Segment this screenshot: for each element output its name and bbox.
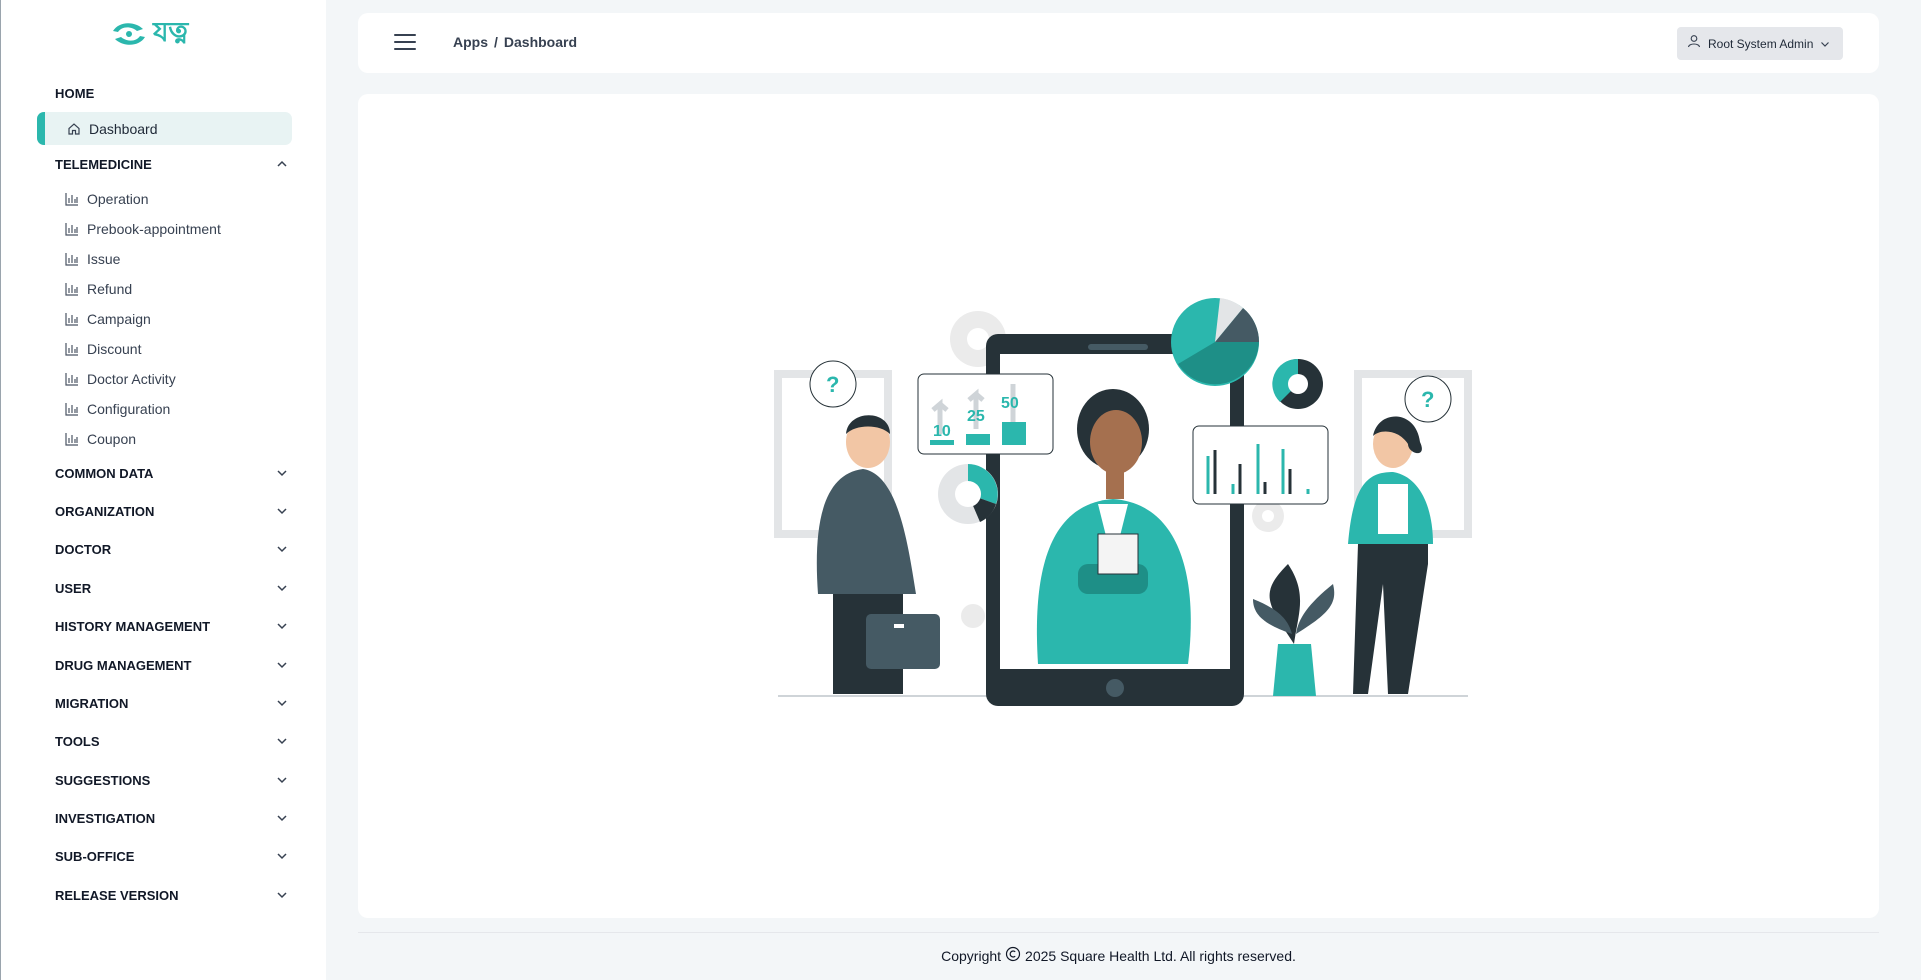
copyright-icon xyxy=(1005,946,1021,965)
section-history-management[interactable]: HISTORY MANAGEMENT xyxy=(55,616,291,636)
section-telemedicine[interactable]: TELEMEDICINE xyxy=(55,154,291,174)
chevron-down-icon xyxy=(273,809,291,827)
chevron-down-icon xyxy=(273,732,291,750)
breadcrumb-separator: / xyxy=(494,34,498,50)
sidebar: যত্ন HOME Dashboard TELEMEDICINE Operati… xyxy=(0,0,326,980)
sidebar-item-discount[interactable]: Discount xyxy=(65,338,141,360)
section-label: TELEMEDICINE xyxy=(55,156,152,172)
sidebar-item-issue[interactable]: Issue xyxy=(65,248,120,270)
logo-hands-icon xyxy=(113,23,145,45)
footer-divider xyxy=(358,932,1879,933)
bar-chart-icon xyxy=(65,252,79,266)
section-organization[interactable]: ORGANIZATION xyxy=(55,501,291,521)
stat-label: 50 xyxy=(1001,395,1019,412)
section-label: RELEASE VERSION xyxy=(55,887,179,903)
sidebar-item-label: Coupon xyxy=(87,431,137,447)
bar-chart-icon xyxy=(65,222,79,236)
section-label: USER xyxy=(55,580,92,596)
section-sub-office[interactable]: SUB-OFFICE xyxy=(55,846,291,866)
home-icon xyxy=(67,122,81,136)
bar-chart-icon xyxy=(65,372,79,386)
bar-chart-icon xyxy=(65,192,79,206)
bar-chart-icon xyxy=(65,282,79,296)
section-suggestions[interactable]: SUGGESTIONS xyxy=(55,770,291,790)
section-label: SUGGESTIONS xyxy=(55,772,151,788)
chevron-down-icon xyxy=(273,656,291,674)
section-migration[interactable]: MIGRATION xyxy=(55,693,291,713)
svg-text:?: ? xyxy=(826,372,839,397)
stat-label: 25 xyxy=(967,408,985,425)
footer: Copyright 2025 Square Health Ltd. All ri… xyxy=(358,946,1879,965)
sidebar-item-operation[interactable]: Operation xyxy=(65,188,148,210)
sidebar-item-label: Prebook-appointment xyxy=(87,221,221,237)
sidebar-item-label: Campaign xyxy=(87,311,151,327)
sidebar-item-campaign[interactable]: Campaign xyxy=(65,308,151,330)
chevron-down-icon xyxy=(273,617,291,635)
bar-chart-icon xyxy=(65,342,79,356)
section-label: HISTORY MANAGEMENT xyxy=(55,618,211,634)
breadcrumb-current: Dashboard xyxy=(503,34,578,50)
chevron-down-icon xyxy=(273,694,291,712)
copyright-prefix: Copyright xyxy=(941,947,1002,964)
section-label: COMMON DATA xyxy=(55,465,154,481)
copyright-text: 2025 Square Health Ltd. All rights reser… xyxy=(1025,947,1296,964)
dashboard-card: 10 25 50 ? ? xyxy=(358,94,1879,918)
sidebar-item-label: Refund xyxy=(87,281,133,297)
bar-chart-icon xyxy=(65,402,79,416)
sidebar-item-label: Discount xyxy=(87,341,142,357)
sidebar-item-label: Dashboard xyxy=(89,120,158,137)
user-name: Root System Admin xyxy=(1708,36,1814,51)
section-doctor[interactable]: DOCTOR xyxy=(55,539,291,559)
svg-text:?: ? xyxy=(1421,387,1434,412)
logo-text: যত্ন xyxy=(153,16,189,48)
user-menu-button[interactable]: Root System Admin xyxy=(1677,27,1843,60)
sidebar-item-label: Doctor Activity xyxy=(87,371,176,387)
telemedicine-illustration: 10 25 50 ? ? xyxy=(774,298,1472,706)
section-label: DRUG MANAGEMENT xyxy=(55,657,192,673)
chevron-down-icon xyxy=(1820,35,1830,53)
section-release-version[interactable]: RELEASE VERSION xyxy=(55,885,291,905)
section-investigation[interactable]: INVESTIGATION xyxy=(55,808,291,828)
bar-chart-icon xyxy=(65,432,79,446)
sidebar-item-prebook-appointment[interactable]: Prebook-appointment xyxy=(65,218,221,240)
section-drug-management[interactable]: DRUG MANAGEMENT xyxy=(55,655,291,675)
section-tools[interactable]: TOOLS xyxy=(55,731,291,751)
section-user[interactable]: USER xyxy=(55,578,291,598)
stat-label: 10 xyxy=(933,423,951,440)
section-label: TOOLS xyxy=(55,733,100,749)
sidebar-item-label: Configuration xyxy=(87,401,171,417)
chevron-down-icon xyxy=(273,502,291,520)
section-label: ORGANIZATION xyxy=(55,503,155,519)
sidebar-item-label: Operation xyxy=(87,191,149,207)
breadcrumb-apps[interactable]: Apps xyxy=(453,34,488,50)
sidebar-item-coupon[interactable]: Coupon xyxy=(65,428,136,450)
user-icon xyxy=(1687,34,1701,53)
sidebar-item-dashboard[interactable]: Dashboard xyxy=(37,112,292,145)
section-label: MIGRATION xyxy=(55,695,129,711)
top-bar: Apps / Dashboard Root System Admin xyxy=(358,13,1879,73)
chevron-down-icon xyxy=(273,464,291,482)
sidebar-item-configuration[interactable]: Configuration xyxy=(65,398,170,420)
menu-toggle-icon[interactable] xyxy=(394,34,416,52)
chevron-down-icon xyxy=(273,847,291,865)
chevron-down-icon xyxy=(273,540,291,558)
section-label: INVESTIGATION xyxy=(55,810,156,826)
sidebar-item-label: Issue xyxy=(87,251,121,267)
section-home: HOME xyxy=(55,86,95,101)
bar-chart-icon xyxy=(65,312,79,326)
sidebar-item-refund[interactable]: Refund xyxy=(65,278,132,300)
chevron-down-icon xyxy=(273,886,291,904)
sidebar-item-doctor-activity[interactable]: Doctor Activity xyxy=(65,368,176,390)
chevron-down-icon xyxy=(273,579,291,597)
chevron-down-icon xyxy=(273,771,291,789)
section-label: DOCTOR xyxy=(55,541,112,557)
section-label: SUB-OFFICE xyxy=(55,848,135,864)
chevron-up-icon xyxy=(273,155,291,173)
section-common-data[interactable]: COMMON DATA xyxy=(55,463,291,483)
app-logo[interactable]: যত্ন xyxy=(109,17,189,50)
breadcrumb: Apps / Dashboard xyxy=(453,34,577,50)
